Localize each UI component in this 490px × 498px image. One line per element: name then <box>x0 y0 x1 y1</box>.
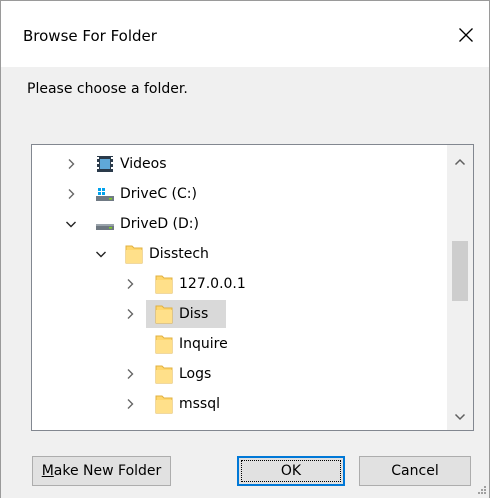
tree-item-label: Logs <box>179 366 212 382</box>
tree-item[interactable]: 127.0.0.1 <box>32 269 447 299</box>
tree-item-label: Videos <box>120 156 167 172</box>
chevron-down-icon[interactable] <box>95 248 107 260</box>
ok-button[interactable]: OK <box>237 456 345 486</box>
cancel-button[interactable]: Cancel <box>359 456 471 486</box>
drive-icon <box>96 224 114 230</box>
chevron-right-icon[interactable] <box>124 398 136 410</box>
expand-toggle[interactable] <box>65 188 77 200</box>
tree-item[interactable]: DriveC (C:) <box>32 179 447 209</box>
title-bar: Browse For Folder <box>1 1 489 67</box>
expand-toggle[interactable] <box>124 308 136 320</box>
folder-icon <box>155 395 173 414</box>
chevron-right-icon[interactable] <box>124 308 136 320</box>
tree-item-icon <box>95 183 115 205</box>
expand-toggle[interactable] <box>124 278 136 290</box>
scroll-up-button[interactable] <box>447 149 473 175</box>
chevron-right-icon[interactable] <box>124 368 136 380</box>
folder-icon <box>155 335 173 354</box>
expand-toggle[interactable] <box>124 368 136 380</box>
expand-toggle[interactable] <box>95 248 107 260</box>
folder-icon <box>155 365 173 384</box>
tree-item-label: Disstech <box>149 246 209 262</box>
folder-tree-items: Videos DriveC (C:) DriveD (D:) Disstech 127.… <box>32 145 447 430</box>
tree-item-icon <box>154 333 174 355</box>
browse-for-folder-dialog: Browse For Folder Please choose a folder… <box>0 0 490 498</box>
make-new-folder-mnemonic: M <box>41 463 54 479</box>
chevron-down-icon[interactable] <box>65 218 77 230</box>
tree-item-label: DriveC (C:) <box>120 186 197 202</box>
tree-item-label: mssql <box>179 396 221 412</box>
dialog-title: Browse For Folder <box>23 27 157 45</box>
scroll-down-button[interactable] <box>447 404 473 430</box>
folder-icon <box>125 245 143 264</box>
tree-item[interactable]: Disstech <box>32 239 447 269</box>
close-icon <box>459 28 473 42</box>
videos-folder-icon <box>97 156 113 172</box>
chevron-right-icon[interactable] <box>65 158 77 170</box>
vertical-scrollbar[interactable] <box>447 145 473 430</box>
tree-item-label: DriveD (D:) <box>120 216 199 232</box>
tree-item-label: 127.0.0.1 <box>179 276 246 292</box>
make-new-folder-button[interactable]: Make New Folder <box>32 456 171 486</box>
expand-toggle[interactable] <box>65 218 77 230</box>
make-new-folder-rest: ake New Folder <box>53 463 162 479</box>
tree-item-label: Inquire <box>179 336 228 352</box>
tree-item[interactable]: Diss <box>32 299 447 329</box>
tree-item-icon <box>154 303 174 325</box>
resize-grip-icon[interactable] <box>475 483 487 495</box>
tree-item-icon <box>154 363 174 385</box>
expand-toggle[interactable] <box>124 398 136 410</box>
make-new-folder-label: Make New Folder <box>42 463 162 479</box>
windows-drive-icon <box>96 188 114 201</box>
chevron-right-icon[interactable] <box>124 278 136 290</box>
tree-item[interactable]: Videos <box>32 149 447 179</box>
prompt-text: Please choose a folder. <box>27 81 188 97</box>
tree-item-icon <box>95 153 115 175</box>
focus-ring <box>241 460 341 482</box>
tree-item-icon <box>154 393 174 415</box>
tree-item[interactable]: Inquire <box>32 329 447 359</box>
chevron-up-icon <box>454 158 466 166</box>
cancel-label: Cancel <box>391 463 439 479</box>
chevron-right-icon[interactable] <box>65 188 77 200</box>
folder-icon <box>155 275 173 294</box>
chevron-down-icon <box>454 413 466 421</box>
close-button[interactable] <box>452 23 480 47</box>
tree-item-icon <box>154 273 174 295</box>
tree-item-icon <box>124 243 144 265</box>
tree-item[interactable]: Logs <box>32 359 447 389</box>
tree-item-label: Diss <box>179 306 209 322</box>
tree-item-icon <box>95 213 115 235</box>
tree-item[interactable]: DriveD (D:) <box>32 209 447 239</box>
tree-item[interactable]: mssql <box>32 389 447 419</box>
folder-icon <box>155 305 173 324</box>
expand-toggle[interactable] <box>65 158 77 170</box>
scroll-thumb[interactable] <box>452 241 468 301</box>
folder-tree[interactable]: Videos DriveC (C:) DriveD (D:) Disstech 127.… <box>31 144 474 431</box>
